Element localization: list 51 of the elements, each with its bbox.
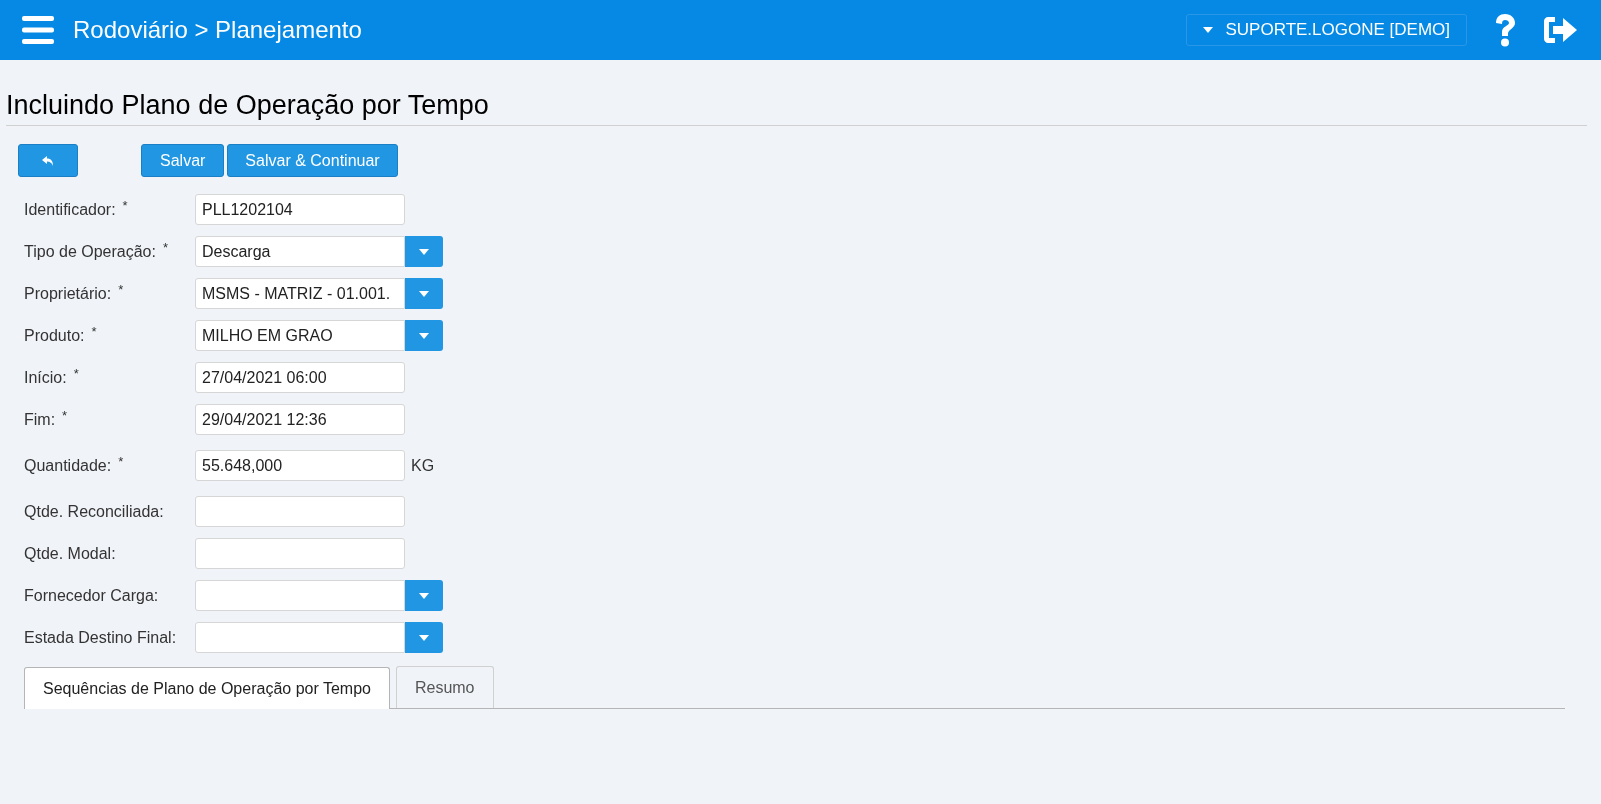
caret-icon: [419, 332, 429, 339]
logout-icon[interactable]: [1543, 15, 1579, 45]
dropdown-button[interactable]: [405, 236, 443, 267]
caret-icon: [419, 634, 429, 641]
field-label: Estada Destino Final:: [24, 627, 177, 648]
dropdown-button[interactable]: [405, 622, 443, 653]
caret-icon: [419, 592, 429, 599]
field-label: Produto:: [24, 325, 85, 346]
caret-icon: [419, 290, 429, 297]
help-icon[interactable]: [1493, 13, 1517, 47]
page-title: Incluindo Plano de Operação por Tempo: [6, 89, 490, 122]
required-mark: *: [62, 407, 68, 424]
required-mark: *: [73, 365, 79, 382]
required-mark: *: [162, 239, 168, 256]
user-menu-button[interactable]: SUPORTE.LOGONE [DEMO]: [1186, 14, 1467, 46]
required-mark: *: [122, 197, 128, 214]
field-label: Proprietário:: [24, 283, 112, 304]
input-field[interactable]: [195, 580, 405, 611]
tab[interactable]: Resumo: [395, 666, 494, 708]
field-label: Identificador:: [24, 199, 116, 220]
dropdown-button[interactable]: [405, 278, 443, 309]
required-mark: *: [91, 323, 97, 340]
input-field[interactable]: 29/04/2021 12:36: [195, 404, 405, 435]
field-label: Tipo de Operação:: [24, 241, 156, 262]
back-button[interactable]: [18, 144, 78, 177]
field-label: Início:: [24, 367, 67, 388]
tab[interactable]: Sequências de Plano de Operação por Tempo: [24, 667, 390, 709]
input-field[interactable]: [195, 622, 405, 653]
input-field[interactable]: MILHO EM GRAO: [195, 320, 405, 351]
input-field[interactable]: [195, 496, 405, 527]
input-field[interactable]: [195, 538, 405, 569]
input-field[interactable]: 55.648,000: [195, 450, 405, 481]
caret-icon: [1203, 27, 1214, 33]
input-field[interactable]: PLL1202104: [195, 194, 405, 225]
undo-icon: [42, 155, 54, 166]
field-label: Qtde. Reconciliada:: [24, 501, 164, 522]
required-mark: *: [118, 453, 124, 470]
field-label: Quantidade:: [24, 455, 112, 476]
unit-label: KG: [411, 455, 435, 476]
breadcrumb: Rodoviário > Planejamento: [73, 15, 362, 45]
dropdown-button[interactable]: [405, 320, 443, 351]
field-label: Qtde. Modal:: [24, 543, 116, 564]
input-field[interactable]: MSMS - MATRIZ - 01.001.: [195, 278, 405, 309]
input-field[interactable]: Descarga: [195, 236, 405, 267]
caret-icon: [419, 248, 429, 255]
menu-icon[interactable]: [22, 16, 54, 44]
field-label: Fornecedor Carga:: [24, 585, 159, 606]
required-mark: *: [118, 281, 124, 298]
dropdown-button[interactable]: [405, 580, 443, 611]
input-field[interactable]: 27/04/2021 06:00: [195, 362, 405, 393]
field-label: Fim:: [24, 409, 56, 430]
